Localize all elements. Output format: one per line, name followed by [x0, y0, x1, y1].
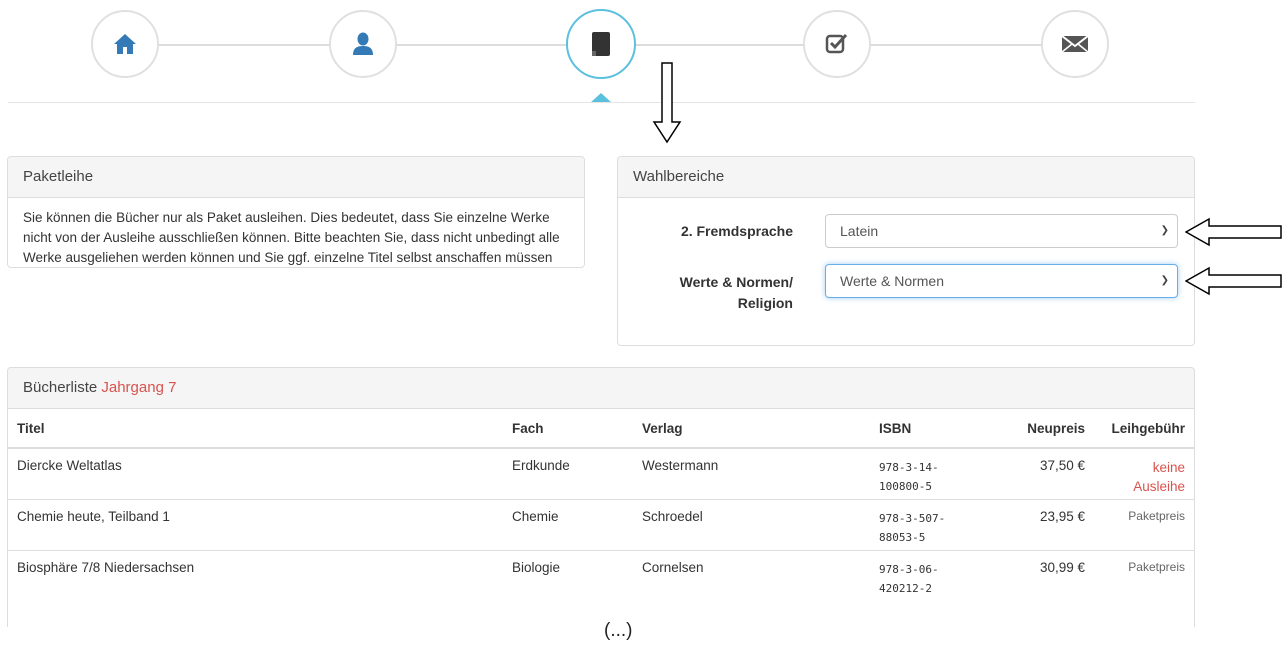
leihgebuehr-value: Paketpreis	[1094, 549, 1194, 601]
leihgebuehr-value: Paketpreis	[1094, 498, 1194, 550]
chevron-down-icon: ❯	[1160, 275, 1169, 286]
col-titel: Titel	[8, 409, 503, 449]
step-user[interactable]	[329, 10, 397, 78]
buecherliste-heading: Bücherliste Jahrgang 7	[8, 368, 1194, 409]
jahrgang-label: Jahrgang 7	[101, 379, 177, 396]
step-confirm[interactable]	[803, 10, 871, 78]
fremdsprache-value: Latein	[840, 223, 879, 239]
fremdsprache-select[interactable]: Latein ❯	[825, 214, 1178, 248]
paketleihe-text: Sie können die Bücher nur als Paket ausl…	[23, 210, 560, 265]
down-arrow-annotation	[652, 62, 682, 144]
table-row: Chemie heute, Teilband 1 Chemie Schroede…	[8, 498, 1194, 550]
chevron-down-icon: ❯	[1160, 225, 1169, 236]
table-row: Biosphäre 7/8 Niedersachsen Biologie Cor…	[8, 549, 1194, 601]
step-books[interactable]	[566, 9, 636, 79]
paketleihe-panel: Paketleihe Sie können die Bücher nur als…	[7, 156, 585, 268]
werte-label: Werte & Normen/ Religion	[679, 274, 793, 311]
left-arrow-annotation	[1185, 217, 1282, 247]
step-home[interactable]	[91, 10, 159, 78]
home-icon	[114, 34, 136, 54]
check-square-icon	[825, 33, 848, 54]
table-row: Diercke Weltatlas Erdkunde Westermann 97…	[8, 447, 1194, 499]
wizard-separator	[8, 102, 1195, 103]
left-arrow-annotation	[1185, 266, 1282, 296]
wahlbereiche-heading: Wahlbereiche	[618, 157, 1194, 198]
fremdsprache-label: 2. Fremdsprache	[680, 223, 793, 239]
leihgebuehr-value: keine Ausleihe	[1094, 447, 1194, 499]
col-isbn: ISBN	[870, 409, 991, 449]
wahlbereiche-panel: Wahlbereiche	[617, 156, 1195, 346]
col-verlag: Verlag	[633, 409, 870, 449]
book-icon	[592, 32, 610, 56]
step-send[interactable]	[1041, 10, 1109, 78]
book-table: Titel Fach Verlag ISBN Neupreis Leihgebü…	[8, 409, 1194, 601]
paketleihe-heading: Paketleihe	[8, 157, 584, 198]
ellipsis-text: (...)	[604, 620, 633, 641]
col-neupreis: Neupreis	[991, 409, 1094, 449]
user-icon	[353, 32, 373, 55]
buecherliste-panel: Bücherliste Jahrgang 7 Titel Fach Verlag…	[7, 367, 1195, 627]
col-fach: Fach	[503, 409, 633, 449]
werte-value: Werte & Normen	[840, 273, 944, 289]
col-leihgebuehr: Leihgebühr	[1094, 409, 1194, 449]
werte-select[interactable]: Werte & Normen ❯	[825, 264, 1178, 298]
envelope-icon	[1061, 35, 1089, 53]
